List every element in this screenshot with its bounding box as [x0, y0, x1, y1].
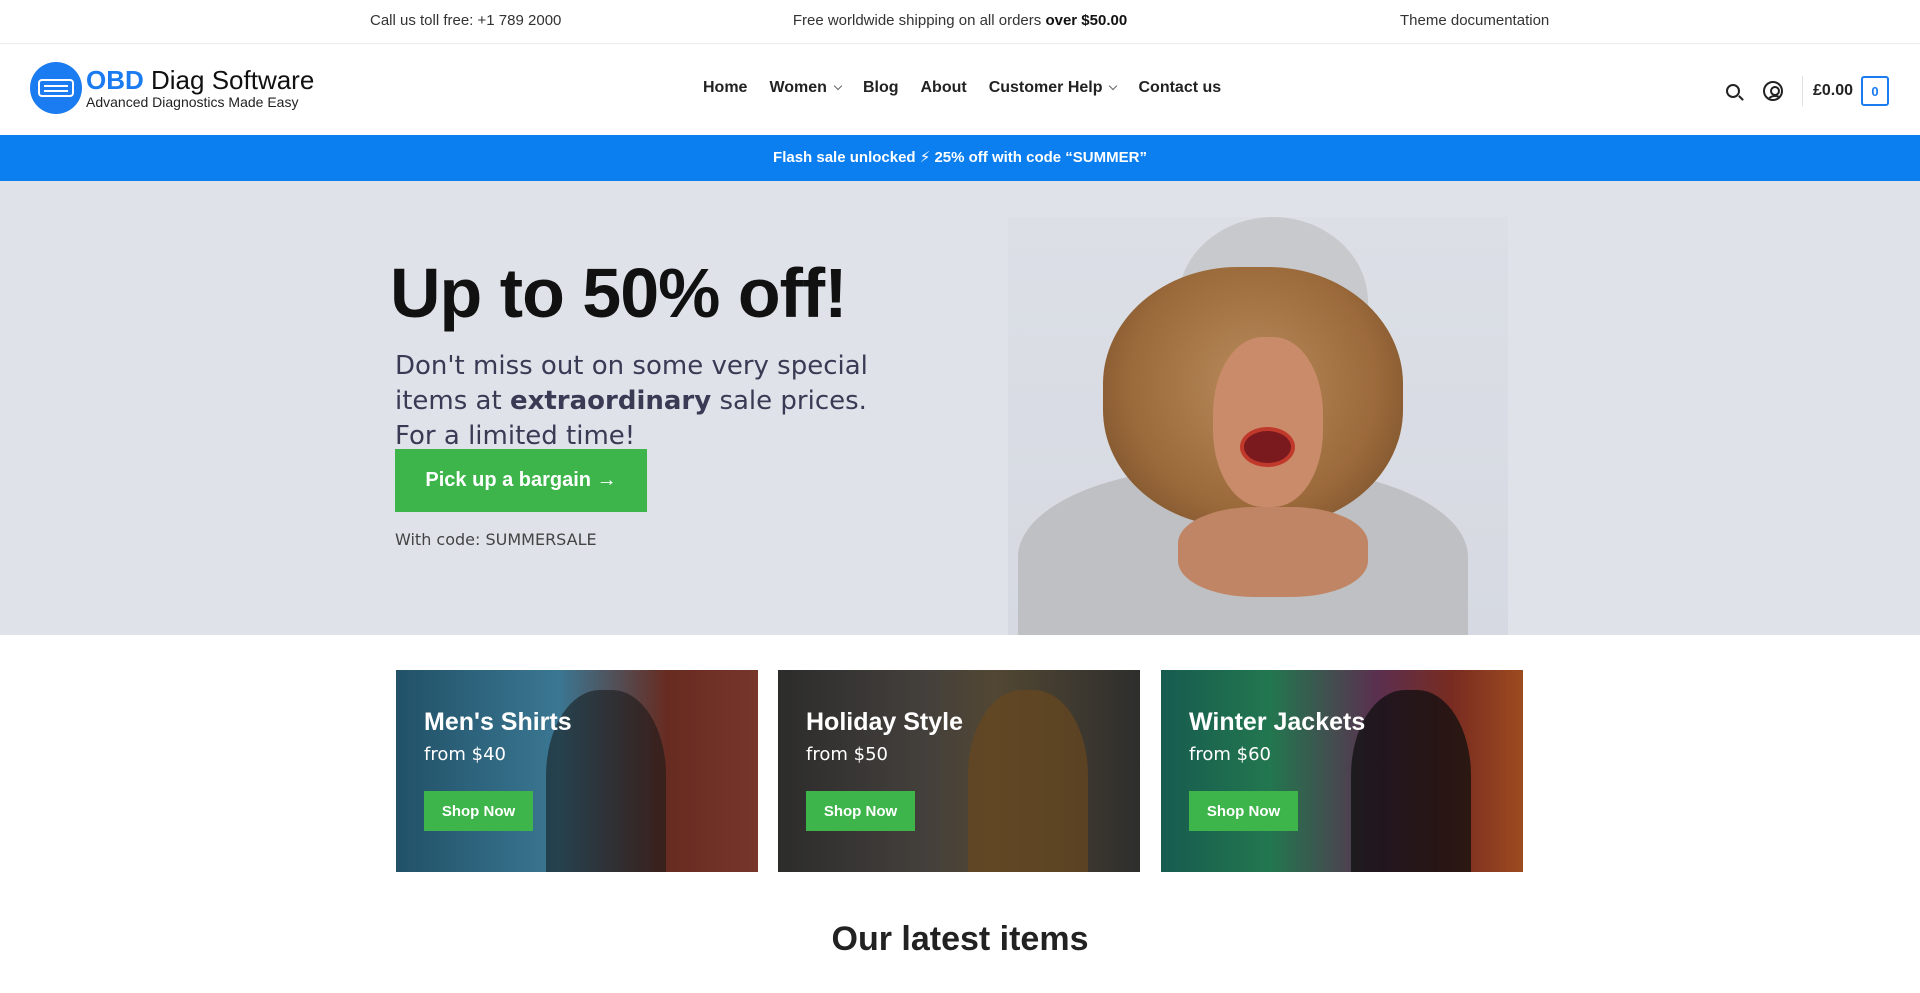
- category-card-mens-shirts[interactable]: Men's Shirts from $40 Shop Now: [396, 670, 758, 872]
- logo-tagline: Advanced Diagnostics Made Easy: [86, 94, 299, 110]
- hero-promo-code: With code: SUMMERSALE: [395, 530, 597, 549]
- theme-documentation-link[interactable]: Theme documentation: [1400, 12, 1549, 29]
- header-actions: £0.00 0: [1720, 76, 1890, 106]
- pick-up-bargain-button[interactable]: Pick up a bargain →: [395, 449, 647, 512]
- nav-item-about[interactable]: About: [920, 79, 966, 97]
- cart-total[interactable]: £0.00: [1813, 82, 1853, 100]
- latest-items-heading: Our latest items: [831, 920, 1089, 958]
- category-title: Men's Shirts: [424, 708, 572, 736]
- nav-item-customer-help[interactable]: Customer Help: [988, 79, 1118, 97]
- category-cards: Men's Shirts from $40 Shop Now Holiday S…: [396, 670, 1526, 872]
- nav-item-contact-us[interactable]: Contact us: [1138, 79, 1221, 97]
- category-title: Holiday Style: [806, 708, 963, 736]
- hero-text-bold: extraordinary: [509, 386, 712, 416]
- nav-label: Contact us: [1138, 79, 1222, 96]
- hero-title: Up to 50% off!: [390, 254, 848, 332]
- shop-now-button[interactable]: Shop Now: [1189, 791, 1298, 831]
- cart-count-badge[interactable]: 0: [1861, 76, 1890, 106]
- nav-label: Home: [703, 79, 748, 96]
- site-logo[interactable]: OBD Diag Software Advanced Diagnostics M…: [30, 62, 314, 114]
- user-account-icon: [1763, 81, 1783, 101]
- nav-item-home[interactable]: Home: [703, 79, 747, 97]
- hero-model-image: [1008, 217, 1508, 635]
- header-divider: [1802, 76, 1803, 106]
- category-title: Winter Jackets: [1189, 708, 1366, 736]
- category-card-winter-jackets[interactable]: Winter Jackets from $60 Shop Now: [1161, 670, 1523, 872]
- shipping-threshold: over $50.00: [1045, 12, 1128, 29]
- shop-now-button[interactable]: Shop Now: [424, 791, 533, 831]
- search-button[interactable]: [1720, 78, 1746, 104]
- logo-text: OBD Diag Software Advanced Diagnostics M…: [86, 67, 314, 109]
- nav-item-blog[interactable]: Blog: [863, 79, 899, 97]
- shipping-notice: Free worldwide shipping on all orders ov…: [0, 12, 1920, 29]
- chevron-down-icon: [1109, 81, 1118, 91]
- shipping-text: Free worldwide shipping on all orders: [792, 12, 1046, 29]
- site-header: OBD Diag Software Advanced Diagnostics M…: [0, 44, 1920, 135]
- nav-label: About: [920, 79, 967, 96]
- nav-label: Blog: [862, 79, 899, 96]
- top-bar: Call us toll free: +1 789 2000 Free worl…: [0, 0, 1920, 44]
- search-icon: [1726, 84, 1740, 98]
- nav-label: Women: [769, 79, 827, 96]
- nav-label: Customer Help: [988, 79, 1103, 96]
- main-navigation: Home Women Blog About Customer Help Cont…: [703, 79, 1243, 97]
- car-logo-icon: [30, 62, 82, 114]
- flash-sale-banner: Flash sale unlocked ⚡ 25% off with code …: [0, 135, 1920, 181]
- category-price: from $40: [424, 744, 506, 765]
- logo-brand: OBD: [86, 65, 144, 95]
- account-button[interactable]: [1760, 78, 1786, 104]
- nav-item-women[interactable]: Women: [769, 79, 843, 97]
- shop-now-button[interactable]: Shop Now: [806, 791, 915, 831]
- logo-title-rest: Diag Software: [143, 65, 315, 95]
- hero-description: Don't miss out on some very special item…: [395, 349, 915, 454]
- chevron-down-icon: [833, 81, 843, 91]
- category-card-holiday-style[interactable]: Holiday Style from $50 Shop Now: [778, 670, 1140, 872]
- hero-section: Up to 50% off! Don't miss out on some ve…: [0, 181, 1920, 635]
- category-price: from $60: [1189, 744, 1271, 765]
- logo-title: OBD Diag Software: [86, 67, 314, 93]
- category-price: from $50: [806, 744, 888, 765]
